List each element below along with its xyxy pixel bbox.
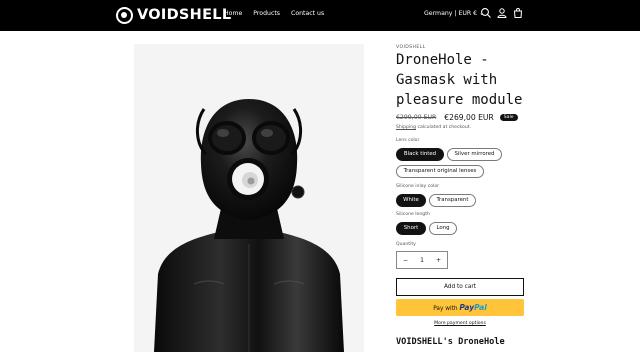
nav-products[interactable]: Products [253,9,280,19]
lens-option-black-tinted[interactable]: Black tinted [396,148,444,161]
inlay-color-label: Silicone inlay color [396,184,440,189]
length-option-short[interactable]: Short [396,222,426,235]
quantity-decrease-button[interactable]: − [403,257,408,264]
paypal-prefix: Pay with [433,306,458,312]
description-heading: VOIDSHELL's DroneHole [396,337,505,347]
brand-name: VOIDSHELL [137,7,232,23]
paypal-logo-pay: Pay [459,303,475,312]
lens-color-label: Lens color [396,138,420,143]
product-image[interactable] [134,44,364,352]
site-header: VOIDSHELL Home Products Contact us Germa… [0,0,640,31]
quantity-input[interactable]: 1 [420,257,424,264]
sale-price: €269,00 EUR [444,113,494,122]
inlay-option-transparent[interactable]: Transparent [429,194,476,207]
length-option-long[interactable]: Long [429,222,457,235]
quantity-stepper: − 1 + [396,251,448,269]
account-icon[interactable] [496,7,508,19]
inlay-option-white[interactable]: White [396,194,426,207]
brand-logo[interactable]: VOIDSHELL [116,5,231,25]
sale-badge: Sale [499,114,518,121]
paypal-button[interactable]: Pay with PayPal [396,299,524,316]
cart-icon[interactable] [512,7,524,19]
regular-price: €299,00 EUR [396,114,437,121]
shipping-note: Shipping calculated at checkout. [396,125,471,130]
shipping-link[interactable]: Shipping [396,125,416,130]
product-title: DroneHole - Gasmask with pleasure module [396,52,523,108]
add-to-cart-button[interactable]: Add to cart [396,278,524,296]
quantity-increase-button[interactable]: + [436,257,441,264]
paypal-logo-pal: Pal [474,303,487,312]
lens-option-transparent[interactable]: Transparent original lenses [396,165,484,178]
logo-mark-icon [116,6,133,24]
nav-home[interactable]: Home [224,9,242,19]
main-nav: Home Products Contact us [224,9,335,19]
more-payment-options-link[interactable]: More payment options [396,321,524,326]
length-label: Silicone length [396,212,430,217]
nav-contact[interactable]: Contact us [291,9,324,19]
gasmask-figure-image [134,44,364,352]
price-row: €299,00 EUR €269,00 EUR Sale [396,113,518,122]
quantity-label: Quantity [396,242,416,247]
shipping-note-text: calculated at checkout. [416,125,472,130]
search-icon[interactable] [480,7,492,19]
country-currency-selector[interactable]: Germany | EUR € ⌄ [424,9,484,19]
lens-option-silver-mirrored[interactable]: Silver mirrored [447,148,502,161]
